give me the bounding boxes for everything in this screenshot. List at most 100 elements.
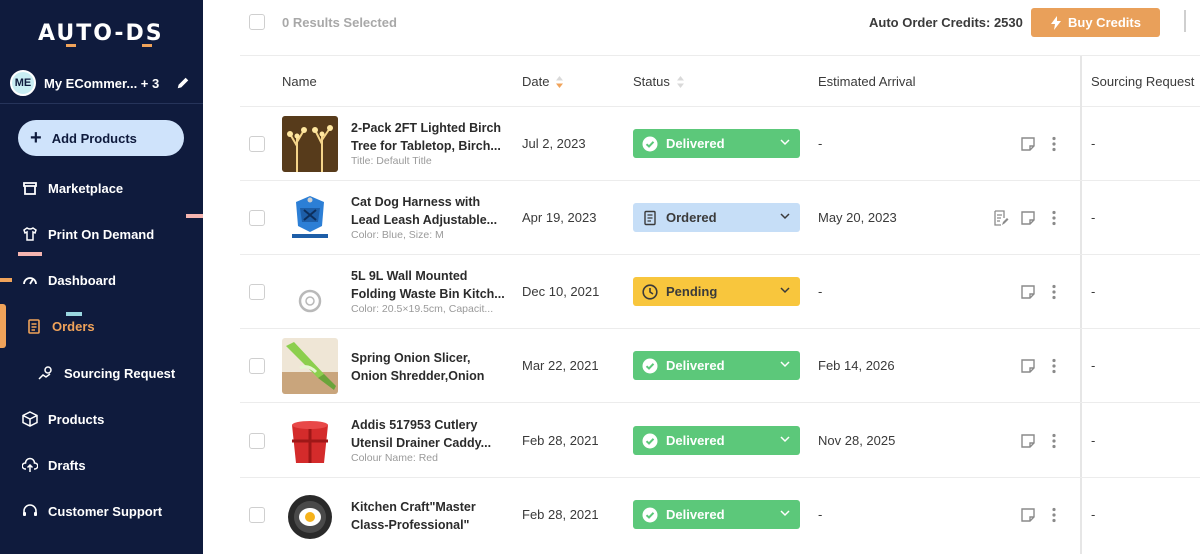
product-variant: Colour Name: Red <box>351 452 438 464</box>
more-options-icon[interactable] <box>1046 358 1062 374</box>
column-estimated-arrival[interactable]: Estimated Arrival <box>818 74 916 89</box>
chevron-down-icon <box>780 139 790 146</box>
column-sourcing-request[interactable]: Sourcing Request <box>1091 74 1194 89</box>
invoice-edit-icon[interactable] <box>993 210 1009 226</box>
sidebar-item-label: Customer Support <box>48 503 163 519</box>
table-row[interactable]: 2-Pack 2FT Lighted Birch Tree for Tablet… <box>240 107 1200 181</box>
product-thumbnail[interactable] <box>282 190 338 246</box>
gauge-icon <box>23 277 37 285</box>
note-icon[interactable] <box>1020 507 1036 523</box>
sidebar-item-label: Print On Demand <box>48 226 155 242</box>
row-checkbox[interactable] <box>249 507 265 523</box>
select-all-checkbox[interactable] <box>249 14 265 30</box>
row-checkbox[interactable] <box>249 284 265 300</box>
sourcing-request: - <box>1091 284 1096 299</box>
status-dropdown[interactable]: Delivered <box>633 426 800 455</box>
table-toolbar: 0 Results Selected Auto Order Credits: 2… <box>240 0 1200 56</box>
add-products-label: Add Products <box>51 130 137 146</box>
product-title[interactable]: Addis 517953 Cutlery Utensil Drainer Cad… <box>351 416 506 452</box>
status-dropdown[interactable]: Delivered <box>633 500 800 529</box>
more-options-icon[interactable] <box>1046 433 1062 449</box>
pencil-icon[interactable] <box>176 76 190 90</box>
column-status-label: Status <box>633 74 670 89</box>
column-date-label: Date <box>522 74 550 89</box>
estimated-arrival: Feb 14, 2026 <box>818 358 895 373</box>
clipboard-icon <box>28 319 40 334</box>
check-circle-icon <box>642 433 658 448</box>
status-dropdown[interactable]: Delivered <box>633 351 800 380</box>
product-title[interactable]: Cat Dog Harness with Lead Leash Adjustab… <box>351 193 506 229</box>
logo-accent <box>66 44 76 47</box>
results-selected: 0 Results Selected <box>282 15 397 30</box>
sort-icon[interactable] <box>555 76 564 88</box>
status-dropdown[interactable]: Delivered <box>633 129 800 158</box>
sidebar-divider <box>0 103 203 104</box>
estimated-arrival: - <box>818 507 823 522</box>
product-title[interactable]: Kitchen Craft"Master Class-Professional"… <box>351 498 506 534</box>
cloud-upload-icon <box>22 457 38 472</box>
product-thumbnail[interactable] <box>282 413 338 469</box>
product-title[interactable]: 5L 9L Wall Mounted Folding Waste Bin Kit… <box>351 267 506 303</box>
note-icon[interactable] <box>1020 136 1036 152</box>
status-dropdown[interactable]: Pending <box>633 277 800 306</box>
store-icon <box>23 182 37 195</box>
sidebar-item-print-on-demand[interactable]: Print On Demand <box>0 218 203 250</box>
product-title[interactable]: Spring Onion Slicer, Onion Shredder,Onio… <box>351 349 506 385</box>
table-row[interactable]: 5L 9L Wall Mounted Folding Waste Bin Kit… <box>240 255 1200 329</box>
column-status[interactable]: Status <box>633 74 685 89</box>
more-options-icon[interactable] <box>1046 284 1062 300</box>
sidebar-item-customer-support[interactable]: Customer Support <box>0 495 203 527</box>
decoration <box>18 252 42 256</box>
table-row[interactable]: Kitchen Craft"Master Class-Professional"… <box>240 478 1200 554</box>
table-row[interactable]: Addis 517953 Cutlery Utensil Drainer Cad… <box>240 404 1200 478</box>
note-icon[interactable] <box>1020 433 1036 449</box>
row-checkbox[interactable] <box>249 433 265 449</box>
table-row[interactable]: Spring Onion Slicer, Onion Shredder,Onio… <box>240 329 1200 403</box>
table-header: Name Date Status Estimated Arrival Sourc… <box>240 57 1200 107</box>
sidebar-item-dashboard[interactable]: Dashboard <box>0 264 203 296</box>
check-circle-icon <box>642 507 658 522</box>
clock-icon <box>642 283 658 300</box>
more-options-icon[interactable] <box>1046 136 1062 152</box>
sidebar-item-orders[interactable]: Orders <box>0 310 203 342</box>
product-title[interactable]: 2-Pack 2FT Lighted Birch Tree for Tablet… <box>351 119 506 155</box>
column-name[interactable]: Name <box>282 74 317 89</box>
lightning-icon <box>1051 15 1062 30</box>
store-avatar: ME <box>10 70 36 96</box>
row-checkbox[interactable] <box>249 136 265 152</box>
buy-credits-button[interactable]: Buy Credits <box>1031 8 1160 37</box>
sort-icon[interactable] <box>676 76 685 88</box>
column-date[interactable]: Date <box>522 74 564 89</box>
estimated-arrival: Nov 28, 2025 <box>818 433 896 448</box>
product-thumbnail[interactable] <box>282 487 338 543</box>
logo-text: AUTO-DS <box>38 20 164 46</box>
note-icon[interactable] <box>1020 358 1036 374</box>
store-selector[interactable]: ME My ECommer... + 3 <box>10 70 190 96</box>
sidebar-item-sourcing-request[interactable]: Sourcing Request <box>0 357 203 389</box>
product-variant: Color: 20.5×19.5cm, Capacit... <box>351 303 494 315</box>
product-thumbnail[interactable] <box>282 338 338 394</box>
estimated-arrival: - <box>818 136 823 151</box>
row-checkbox[interactable] <box>249 210 265 226</box>
status-dropdown[interactable]: Ordered <box>633 203 800 232</box>
sidebar-item-marketplace[interactable]: Marketplace <box>0 172 203 204</box>
order-date: Dec 10, 2021 <box>522 284 600 299</box>
sidebar-item-drafts[interactable]: Drafts <box>0 449 203 481</box>
product-thumbnail[interactable] <box>282 116 338 172</box>
status-label: Delivered <box>666 433 725 448</box>
estimated-arrival: - <box>818 284 823 299</box>
status-label: Delivered <box>666 136 725 151</box>
chevron-down-icon <box>780 213 790 220</box>
sidebar-item-label: Sourcing Request <box>64 365 176 381</box>
row-checkbox[interactable] <box>249 358 265 374</box>
sourcing-request: - <box>1091 136 1096 151</box>
add-products-button[interactable]: + Add Products <box>18 120 184 156</box>
product-thumbnail[interactable] <box>282 264 338 320</box>
sidebar-item-products[interactable]: Products <box>0 403 203 435</box>
note-icon[interactable] <box>1020 284 1036 300</box>
note-icon[interactable] <box>1020 210 1036 226</box>
more-options-icon[interactable] <box>1046 507 1062 523</box>
table-row[interactable]: Cat Dog Harness with Lead Leash Adjustab… <box>240 181 1200 255</box>
more-options-icon[interactable] <box>1046 210 1062 226</box>
clipboard-icon <box>644 210 656 225</box>
